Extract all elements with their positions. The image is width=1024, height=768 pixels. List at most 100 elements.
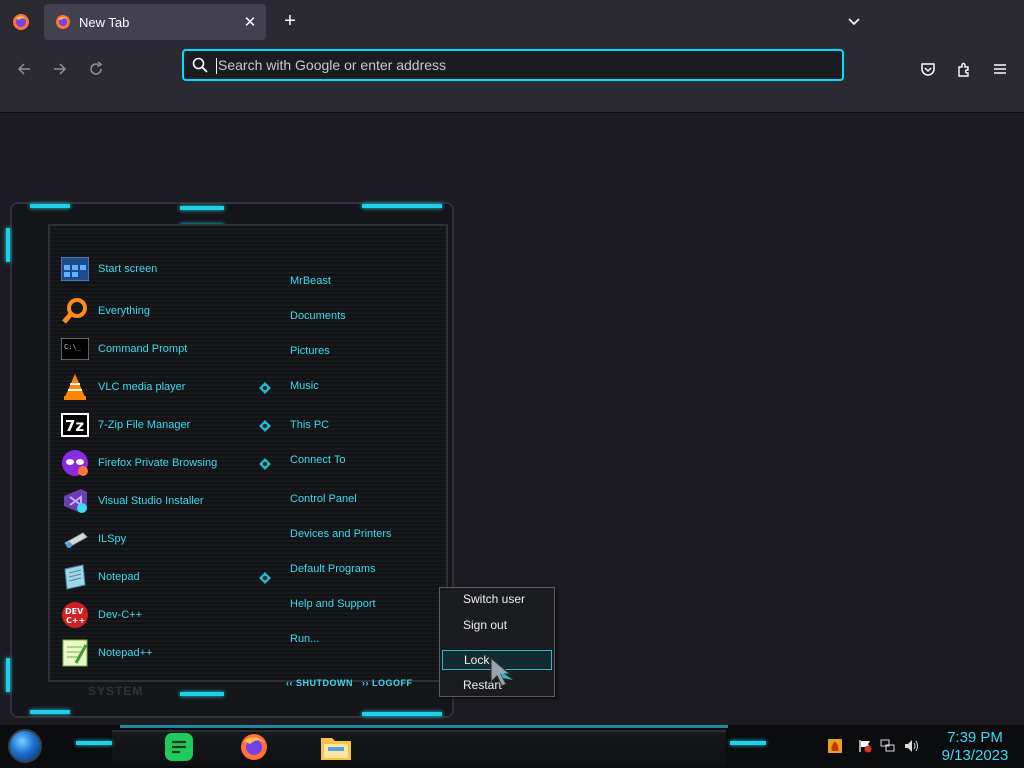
taskbar-clock[interactable]: 7:39 PM 9/13/2023 xyxy=(930,729,1020,765)
submenu-arrow-icon[interactable] xyxy=(259,382,271,394)
program-7zip[interactable]: 7z 7-Zip File Manager xyxy=(60,408,250,442)
program-notepadpp[interactable]: Notepad++ xyxy=(60,636,250,670)
program-label: 7-Zip File Manager xyxy=(98,419,191,431)
firefox-private-icon xyxy=(60,448,90,478)
everything-icon xyxy=(60,296,90,326)
nav-bar xyxy=(0,44,1024,113)
visual-studio-installer-icon xyxy=(60,486,90,516)
notepad-icon xyxy=(60,562,90,592)
extensions-icon xyxy=(958,62,969,77)
taskbar-file-explorer[interactable] xyxy=(320,731,352,763)
program-label: Command Prompt xyxy=(98,343,188,355)
program-vlc[interactable]: VLC media player xyxy=(60,370,250,404)
place-connect-to[interactable]: Connect To xyxy=(290,454,345,466)
program-devcpp[interactable]: DEV C++ Dev-C++ xyxy=(60,598,250,632)
submenu-arrow-icon[interactable] xyxy=(259,572,271,584)
firefox-view-button[interactable] xyxy=(0,0,42,44)
text-caret xyxy=(216,58,217,74)
svg-text:DEV: DEV xyxy=(65,607,84,616)
system-label: SYSTEM xyxy=(88,684,144,698)
submenu-arrow-icon[interactable] xyxy=(259,458,271,470)
list-all-tabs-button[interactable] xyxy=(842,10,866,34)
notes-app-icon xyxy=(165,733,193,761)
tab-new-tab[interactable]: New Tab ✕ xyxy=(44,4,266,40)
chevron-right-icon: ›› xyxy=(362,678,372,688)
search-icon xyxy=(192,57,208,73)
program-label: VLC media player xyxy=(98,381,186,393)
app-menu-button[interactable] xyxy=(986,55,1014,83)
tray-flag-button[interactable] xyxy=(857,738,873,754)
program-notepad[interactable]: Notepad xyxy=(60,560,250,594)
place-default-programs[interactable]: Default Programs xyxy=(290,563,376,575)
pocket-button[interactable] xyxy=(914,55,942,83)
network-icon xyxy=(880,739,895,752)
new-tab-button[interactable]: + xyxy=(278,10,302,34)
program-command-prompt[interactable]: C:\_ Command Prompt xyxy=(60,332,250,366)
flag-icon xyxy=(859,740,872,753)
back-button[interactable] xyxy=(10,55,38,83)
place-this-pc[interactable]: This PC xyxy=(290,419,329,431)
start-screen-icon xyxy=(60,254,90,284)
frame-accent xyxy=(6,228,10,262)
place-devices-printers[interactable]: Devices and Printers xyxy=(290,528,392,540)
menu-item-label: Sign out xyxy=(463,618,508,632)
start-orb-button[interactable] xyxy=(8,729,42,763)
start-menu: Start screen Everything C:\_ Command Pro… xyxy=(4,198,454,722)
clock-date: 9/13/2023 xyxy=(941,747,1009,764)
frame-accent xyxy=(362,204,442,208)
pocket-icon xyxy=(921,63,935,76)
menu-item-sign-out[interactable]: Sign out xyxy=(442,616,550,634)
menu-item-switch-user[interactable]: Switch user xyxy=(442,590,550,608)
program-label: Notepad xyxy=(98,571,140,583)
shutdown-button[interactable]: ‹‹ SHUTDOWN xyxy=(286,676,353,690)
place-pictures[interactable]: Pictures xyxy=(290,345,330,357)
close-tab-icon[interactable]: ✕ xyxy=(238,10,262,34)
command-prompt-icon: C:\_ xyxy=(60,334,90,364)
notepadpp-icon xyxy=(60,638,90,668)
frame-accent xyxy=(180,206,224,210)
chevron-down-icon xyxy=(848,18,860,26)
place-documents[interactable]: Documents xyxy=(290,310,346,322)
program-label: Dev-C++ xyxy=(98,609,143,621)
chevron-left-icon: ‹‹ xyxy=(286,678,296,688)
place-help-support[interactable]: Help and Support xyxy=(290,598,376,610)
menu-icon xyxy=(994,64,1006,74)
url-bar[interactable] xyxy=(182,49,844,81)
ilspy-icon xyxy=(60,524,90,554)
volume-icon xyxy=(905,740,918,752)
address-input[interactable] xyxy=(216,56,842,74)
tray-volume-button[interactable] xyxy=(904,738,920,754)
shutdown-label: SHUTDOWN xyxy=(296,678,353,688)
program-firefox-private[interactable]: Firefox Private Browsing xyxy=(60,446,250,480)
taskbar-notes-app[interactable] xyxy=(163,731,195,763)
devcpp-icon: DEV C++ xyxy=(60,600,90,630)
firefox-icon xyxy=(241,734,267,760)
place-music[interactable]: Music xyxy=(290,380,319,392)
vlc-icon xyxy=(60,372,90,402)
forward-button[interactable] xyxy=(46,55,74,83)
submenu-arrow-icon[interactable] xyxy=(259,420,271,432)
7zip-icon: 7z xyxy=(60,410,90,440)
extensions-button[interactable] xyxy=(950,55,978,83)
program-visual-studio-installer[interactable]: Visual Studio Installer xyxy=(60,484,250,518)
tray-flame-button[interactable] xyxy=(827,738,843,754)
taskbar-accent xyxy=(730,741,766,745)
program-ilspy[interactable]: ILSpy xyxy=(60,522,250,556)
taskbar-firefox[interactable] xyxy=(238,731,270,763)
place-mrbeast[interactable]: MrBeast xyxy=(290,275,331,287)
file-explorer-icon xyxy=(321,738,351,760)
logoff-button[interactable]: ›› LOGOFF xyxy=(362,676,413,690)
tray-network-button[interactable] xyxy=(880,738,896,754)
taskbar xyxy=(0,725,1024,768)
tab-title: New Tab xyxy=(79,14,130,30)
reload-button[interactable] xyxy=(82,55,110,83)
tab-bar: New Tab ✕ + xyxy=(0,0,1024,44)
svg-text:C:\_: C:\_ xyxy=(64,343,82,351)
place-control-panel[interactable]: Control Panel xyxy=(290,493,357,505)
firefox-icon xyxy=(56,15,70,29)
program-label: ILSpy xyxy=(98,533,127,545)
program-start-screen[interactable]: Start screen xyxy=(60,252,250,286)
program-everything[interactable]: Everything xyxy=(60,294,250,328)
place-run[interactable]: Run... xyxy=(290,633,319,645)
frame-accent xyxy=(6,658,10,692)
